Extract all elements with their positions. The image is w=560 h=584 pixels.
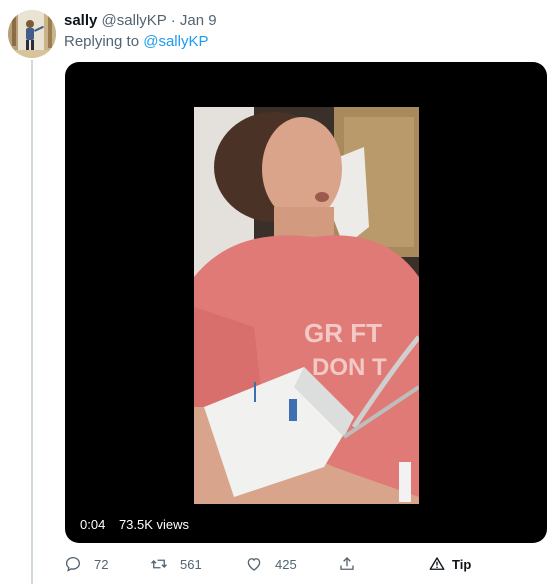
avatar-image <box>8 10 56 58</box>
tweet: sally @sallyKP · Jan 9 Replying to @sall… <box>0 0 560 584</box>
tweet-date[interactable]: Jan 9 <box>180 12 217 29</box>
like-button[interactable]: 425 <box>245 553 297 575</box>
retweet-button[interactable]: 561 <box>150 553 202 575</box>
reply-icon <box>65 556 81 572</box>
tweet-header: sally @sallyKP · Jan 9 <box>64 12 217 30</box>
video-views: 73.5K views <box>118 517 190 532</box>
shirt-text-2: DON T <box>312 354 387 381</box>
video-player[interactable]: GR FT DON T 0:04 73.5K views <box>65 62 547 543</box>
display-name[interactable]: sally <box>64 12 97 29</box>
reply-count: 72 <box>94 556 109 572</box>
like-count: 425 <box>275 556 297 572</box>
replying-handle-link[interactable]: @sallyKP <box>143 33 208 50</box>
video-info: 0:04 73.5K views <box>80 517 189 533</box>
video-timestamp: 0:04 <box>80 517 106 532</box>
separator-dot: · <box>170 12 176 29</box>
tip-icon <box>429 557 445 570</box>
share-button[interactable] <box>338 553 356 575</box>
user-handle[interactable]: @sallyKP <box>102 12 167 29</box>
tweet-actions: 72 561 425 Tip <box>64 553 554 575</box>
retweet-count: 561 <box>180 556 202 572</box>
shirt-text-1: GR FT <box>304 318 382 348</box>
video-still: GR FT DON T <box>194 107 419 504</box>
share-icon <box>340 557 354 570</box>
reply-button[interactable]: 72 <box>64 553 108 575</box>
tip-label: Tip <box>452 556 472 572</box>
tip-button[interactable]: Tip <box>428 553 471 575</box>
replying-to: Replying to @sallyKP <box>64 33 208 51</box>
retweet-icon <box>151 559 167 569</box>
replying-prefix: Replying to <box>64 33 140 50</box>
thread-line <box>31 60 33 584</box>
avatar[interactable] <box>8 10 56 58</box>
video-frame[interactable]: GR FT DON T <box>194 107 419 504</box>
heart-icon <box>247 558 261 571</box>
